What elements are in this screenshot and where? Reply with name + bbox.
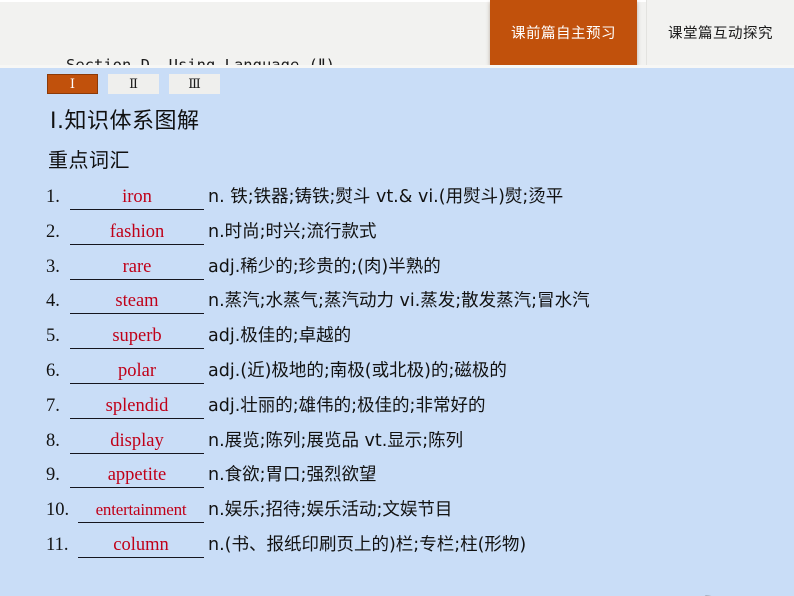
section-heading: Ⅰ.知识体系图解 <box>50 109 200 134</box>
answer-text: steam <box>115 291 159 312</box>
list-item: 7. splendid adj.壮丽的;雄伟的;极佳的;非常好的 <box>46 389 786 424</box>
item-number: 6. <box>46 360 60 381</box>
slide-canvas: Section D Using Language (Ⅱ) & Assessing… <box>0 0 794 596</box>
definition-text: adj.极佳的;卓越的 <box>208 326 352 347</box>
item-number: 9. <box>46 465 60 486</box>
answer-blank[interactable]: splendid <box>70 394 204 419</box>
answer-text: iron <box>122 187 152 207</box>
answer-blank[interactable]: rare <box>70 255 204 280</box>
definition-text: n. 铁;铁器;铸铁;熨斗 vt.& vi.(用熨斗)熨;烫平 <box>208 187 564 207</box>
item-number: 10. <box>46 500 70 521</box>
definition-text: n.蒸汽;水蒸气;蒸汽动力 vi.蒸发;散发蒸汽;冒水汽 <box>208 291 590 312</box>
answer-blank[interactable]: polar <box>70 359 204 384</box>
slide-header: Section D Using Language (Ⅱ) & Assessing… <box>0 0 794 137</box>
item-number: 5. <box>46 326 60 347</box>
item-number: 2. <box>46 221 60 242</box>
answer-text: entertainment <box>95 500 187 520</box>
answer-blank[interactable]: steam <box>70 289 204 315</box>
answer-text: appetite <box>107 465 167 486</box>
definition-text: adj.(近)极地的;南极(或北极)的;磁极的 <box>208 360 507 381</box>
tab-in-class-exploration[interactable]: 课堂篇互动探究 <box>646 0 794 65</box>
tab-pre-class-preview[interactable]: 课前篇自主预习 <box>490 0 637 65</box>
answer-text: column <box>113 534 169 555</box>
answer-blank[interactable]: appetite <box>70 463 204 489</box>
section-tab-group: Ⅰ Ⅱ Ⅲ <box>47 74 220 94</box>
list-item: 2. fashion n.时尚;时兴;流行款式 <box>46 215 786 250</box>
slide-body: Ⅰ Ⅱ Ⅲ Ⅰ.知识体系图解 重点词汇 1. iron n. 铁;铁器;铸铁;熨斗 … <box>0 68 794 596</box>
definition-text: n.食欲;胃口;强烈欲望 <box>208 465 377 486</box>
vocabulary-list: 1. iron n. 铁;铁器;铸铁;熨斗 vt.& vi.(用熨斗)熨;烫平 2.… <box>46 180 786 563</box>
definition-text: adj.稀少的;珍贵的;(肉)半熟的 <box>208 256 441 277</box>
item-number: 7. <box>46 395 60 416</box>
answer-text: fashion <box>109 221 165 242</box>
answer-blank[interactable]: column <box>78 533 204 558</box>
list-item: 6. polar adj.(近)极地的;南极(或北极)的;磁极的 <box>46 354 786 389</box>
list-item: 10. entertainment n.娱乐;招待;娱乐活动;文娱节目 <box>46 493 786 528</box>
definition-text: n.娱乐;招待;娱乐活动;文娱节目 <box>208 500 453 521</box>
list-item: 8. display n.展览;陈列;展览品 vt.显示;陈列 <box>46 424 786 459</box>
section-tab-2[interactable]: Ⅱ <box>108 74 159 94</box>
item-number: 1. <box>46 187 60 207</box>
answer-text: superb <box>112 326 162 347</box>
answer-blank[interactable]: entertainment <box>78 498 204 524</box>
subsection-heading: 重点词汇 <box>48 148 130 172</box>
answer-text: display <box>110 430 164 451</box>
list-item: 11. column n.(书、报纸印刷页上的)栏;专栏;柱(形物) <box>46 528 786 563</box>
list-item: 9. appetite n.食欲;胃口;强烈欲望 <box>46 458 786 493</box>
list-item: 4. steam n.蒸汽;水蒸气;蒸汽动力 vi.蒸发;散发蒸汽;冒水汽 <box>46 284 786 319</box>
answer-blank[interactable]: iron <box>70 185 204 210</box>
answer-blank[interactable]: superb <box>70 324 204 350</box>
fish-icon <box>704 595 712 596</box>
definition-text: n.展览;陈列;展览品 vt.显示;陈列 <box>208 430 464 451</box>
answer-text: rare <box>122 256 152 277</box>
section-tab-3[interactable]: Ⅲ <box>169 74 220 94</box>
answer-blank[interactable]: display <box>70 429 204 454</box>
definition-text: n.(书、报纸印刷页上的)栏;专栏;柱(形物) <box>208 534 527 555</box>
answer-text: splendid <box>105 395 169 416</box>
section-tab-1[interactable]: Ⅰ <box>47 74 98 94</box>
item-number: 8. <box>46 430 60 451</box>
answer-blank[interactable]: fashion <box>70 220 204 245</box>
item-number: 4. <box>46 291 60 312</box>
item-number: 11. <box>46 534 69 555</box>
list-item: 5. superb adj.极佳的;卓越的 <box>46 319 786 354</box>
item-number: 3. <box>46 256 60 277</box>
answer-text: polar <box>117 360 156 381</box>
list-item: 1. iron n. 铁;铁器;铸铁;熨斗 vt.& vi.(用熨斗)熨;烫平 <box>46 180 786 215</box>
definition-text: n.时尚;时兴;流行款式 <box>208 221 377 242</box>
list-item: 3. rare adj.稀少的;珍贵的;(肉)半熟的 <box>46 250 786 285</box>
definition-text: adj.壮丽的;雄伟的;极佳的;非常好的 <box>208 395 486 416</box>
